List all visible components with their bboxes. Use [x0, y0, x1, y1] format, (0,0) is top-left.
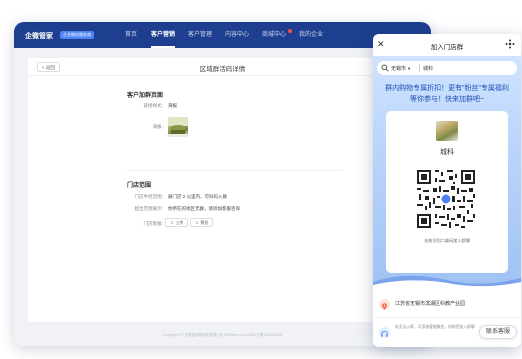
notification-dot	[288, 29, 292, 33]
store-service-label: 门店客服：	[143, 221, 167, 226]
headset-icon	[379, 327, 390, 338]
store-search-value[interactable]: 城科	[423, 65, 433, 72]
city-selector[interactable]: 无锡市 ▼	[391, 65, 411, 72]
chevron-down-icon: ▼	[406, 66, 412, 71]
contact-service-button[interactable]: 联系客服	[478, 325, 517, 339]
store-address-row[interactable]: 江苏省无锡市滨湖区科教产业园	[373, 290, 521, 318]
phone-body: 无锡市 ▼ 城科 群内购物专属折扣！更有“粉丝”专属福利等你参与！快来加群吧~ …	[373, 56, 521, 289]
top-navigation-bar: 企微管家 企业微信服务商 首页 客户营销 客户管理 内容中心 商城中心 我的企业	[14, 22, 431, 48]
poster-image-icon	[168, 117, 188, 137]
service-hint: 若无法入群，可添加客服微信，协助您加入群聊	[395, 325, 475, 329]
customer-service-row: 若无法入群，可添加客服微信，协助您加入群聊 联系客服	[373, 318, 521, 347]
store-name: 城科	[440, 149, 454, 156]
phone-preview: ✕ 加入门店群 无锡市 ▼ 城科 群内购物专属折扣！更有“粉丝”专属福利等你参与…	[373, 34, 521, 347]
section-title-store-range: 门店范围	[127, 183, 152, 189]
nav-item-my-company[interactable]: 我的企业	[299, 22, 323, 48]
city-value: 无锡市	[391, 66, 407, 72]
qr-code-icon[interactable]	[415, 168, 477, 230]
decorative-wave	[373, 275, 521, 290]
nav-item-home[interactable]: 首页	[125, 22, 137, 48]
nav-item-customer-marketing[interactable]: 客户营销	[151, 22, 176, 48]
store-search-bar[interactable]: 无锡市 ▼ 城科	[377, 61, 517, 75]
promo-text: 群内购物专属折扣！更有“粉丝”专属福利等你参与！快来加群吧~	[385, 85, 509, 103]
search-icon	[381, 64, 389, 72]
upload-button-label: 上传	[175, 220, 184, 225]
location-icon	[379, 299, 390, 310]
share-icon[interactable]	[505, 39, 515, 49]
detail-content-panel: < 返回 区域群活码详情 客户加群页面 链接样式： 海报 海报： 门店范围 门店…	[28, 58, 417, 322]
preview-button[interactable]: ☺ 预览	[190, 218, 214, 227]
nav-item-mall-center[interactable]: 商城中心	[262, 22, 286, 48]
range-value: 展门店 2 公里内，可扫码入群	[168, 194, 228, 199]
style-label: 链接样式：	[143, 103, 167, 108]
nav-item-customer-management[interactable]: 客户管理	[188, 22, 212, 48]
store-avatar	[436, 121, 458, 141]
upload-button[interactable]: ☺ 上传	[165, 218, 189, 227]
poster-label: 海报：	[152, 124, 167, 129]
nav-item-content-center[interactable]: 内容中心	[225, 22, 249, 48]
copyright-footer: Copyright ©江苏微盛网络科技有限公司 WeShine Co.Ltd 苏…	[162, 333, 283, 337]
preview-button-label: 预览	[200, 220, 209, 225]
detail-header: < 返回 区域群活码详情	[28, 58, 417, 76]
outside-range-label: 超出范围展示：	[134, 206, 167, 211]
phone-title: 加入门店群	[430, 44, 464, 51]
style-value: 海报	[168, 103, 177, 108]
range-label: 门店半径范围：	[134, 194, 167, 199]
search-divider	[419, 64, 420, 72]
brand-logo: 企微管家	[25, 33, 53, 40]
poster-thumbnail[interactable]	[168, 117, 188, 137]
brand-badge: 企业微信服务商	[60, 31, 94, 39]
phone-header: ✕ 加入门店群	[373, 34, 521, 56]
qr-hint: 长按识别二维码加入群聊	[423, 238, 471, 243]
store-address: 江苏省无锡市滨湖区科教产业园	[395, 301, 466, 307]
outside-range-value: 你所在的地区无群，请添加客服咨询	[168, 206, 240, 211]
section-divider	[127, 170, 342, 171]
desktop-window: 企微管家 企业微信服务商 首页 客户营销 客户管理 内容中心 商城中心 我的企业…	[14, 22, 431, 346]
section-title-join-page: 客户加群页面	[127, 93, 164, 99]
page-title: 区域群活码详情	[199, 66, 246, 73]
store-card: 城科 长按识别二维码加入群聊	[386, 111, 508, 273]
